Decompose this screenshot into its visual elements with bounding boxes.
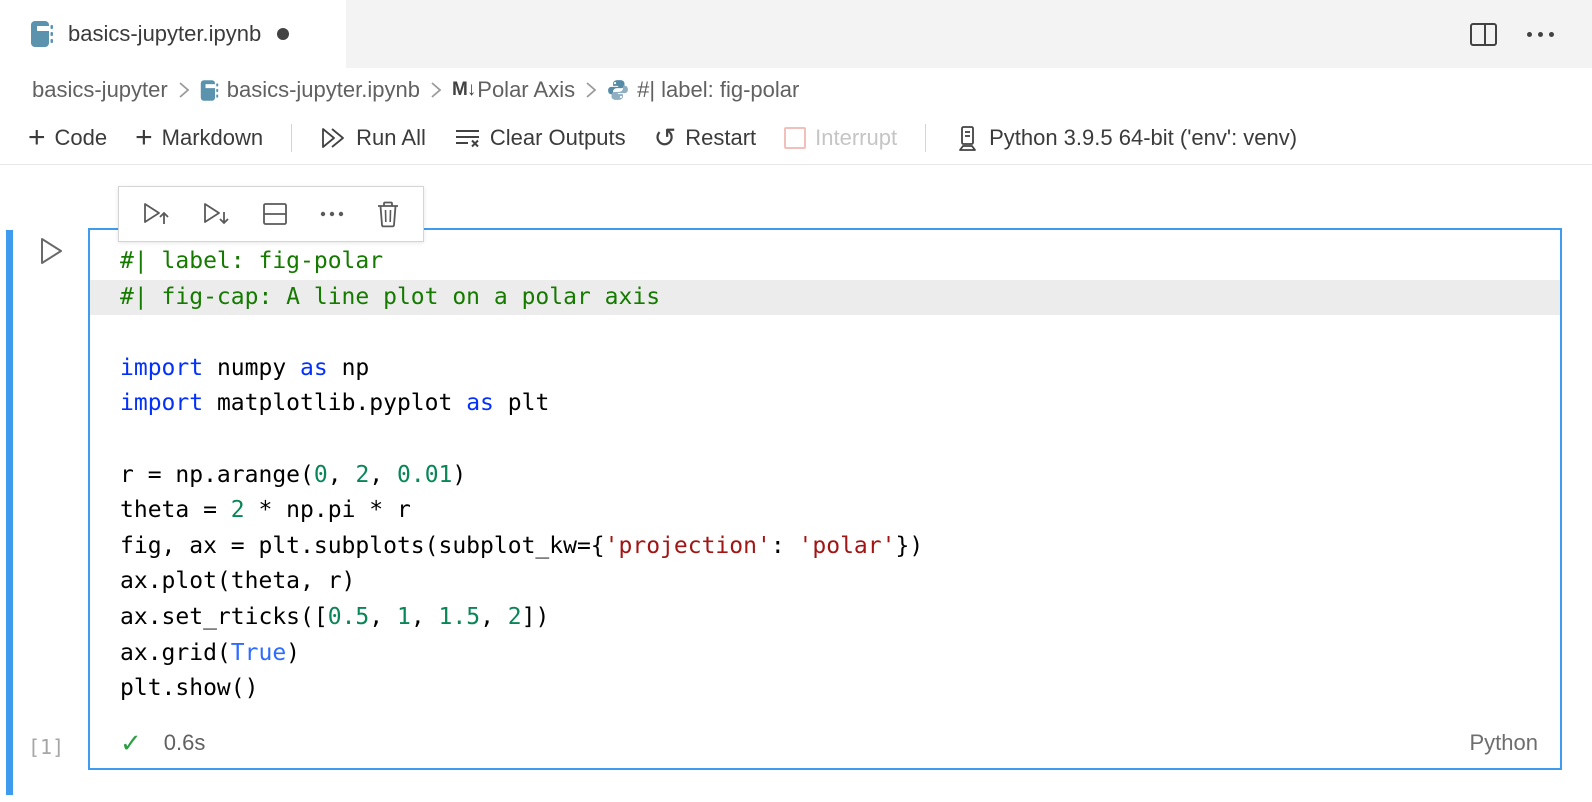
chevron-right-icon [430, 80, 442, 100]
editor-actions [1470, 0, 1554, 68]
tab-bar: basics-jupyter.ipynb [0, 0, 1592, 68]
kernel-icon [954, 125, 980, 152]
run-above-icon [141, 200, 171, 228]
modified-dot [277, 28, 289, 40]
restart-button[interactable]: ↺ Restart [654, 125, 757, 151]
interrupt-button[interactable]: Interrupt [784, 125, 897, 151]
split-cell-button[interactable] [261, 201, 289, 227]
breadcrumb-cell-label: #| label: fig-polar [637, 77, 799, 103]
code-lines[interactable]: #| label: fig-polar#| fig-cap: A line pl… [90, 230, 1560, 707]
split-cell-icon [261, 201, 289, 227]
split-editor-icon[interactable] [1470, 23, 1497, 46]
code-line[interactable] [90, 422, 1560, 458]
code-line[interactable]: fig, ax = plt.subplots(subplot_kw={'proj… [90, 529, 1560, 565]
more-cell-actions-button[interactable] [319, 210, 345, 218]
success-check-icon: ✓ [120, 728, 142, 759]
run-all-button[interactable]: Run All [320, 125, 426, 151]
more-actions-icon[interactable] [1527, 32, 1554, 37]
restart-label: Restart [685, 125, 756, 151]
cell-toolbar [118, 186, 424, 242]
clear-outputs-button[interactable]: Clear Outputs [454, 125, 626, 151]
breadcrumb-item-file[interactable]: basics-jupyter.ipynb [200, 77, 420, 103]
execution-count: [1] [28, 735, 64, 759]
chevron-right-icon [585, 80, 597, 100]
code-line[interactable]: import numpy as np [90, 351, 1560, 387]
run-below-icon [201, 200, 231, 228]
plus-icon: + [135, 127, 153, 149]
run-cell-button[interactable] [36, 235, 66, 267]
clear-outputs-icon [454, 126, 481, 150]
code-line[interactable]: theta = 2 * np.pi * r [90, 493, 1560, 529]
code-line[interactable]: #| label: fig-polar [90, 244, 1560, 280]
breadcrumb-item-cell[interactable]: #| label: fig-polar [607, 77, 799, 103]
ellipsis-icon [319, 210, 345, 218]
code-cell[interactable]: #| label: fig-polar#| fig-cap: A line pl… [88, 228, 1562, 770]
execution-duration: 0.6s [164, 730, 1470, 756]
trash-icon [375, 200, 401, 228]
execute-above-button[interactable] [141, 200, 171, 228]
tab-title: basics-jupyter.ipynb [68, 21, 261, 47]
interrupt-icon [784, 127, 806, 149]
breadcrumb-folder-label: basics-jupyter [32, 77, 168, 103]
clear-outputs-label: Clear Outputs [490, 125, 626, 151]
code-line[interactable]: ax.set_rticks([0.5, 1, 1.5, 2]) [90, 600, 1560, 636]
play-icon [36, 235, 66, 267]
run-all-label: Run All [356, 125, 426, 151]
add-code-label: Code [55, 125, 108, 151]
execute-below-button[interactable] [201, 200, 231, 228]
kernel-picker[interactable]: Python 3.9.5 64-bit ('env': venv) [954, 125, 1297, 152]
code-line[interactable]: ax.grid(True) [90, 636, 1560, 672]
chevron-right-icon [178, 80, 190, 100]
add-markdown-button[interactable]: + Markdown [135, 125, 263, 151]
code-line[interactable]: #| fig-cap: A line plot on a polar axis [90, 280, 1560, 316]
code-line[interactable]: plt.show() [90, 671, 1560, 707]
breadcrumb-item-folder[interactable]: basics-jupyter [32, 77, 168, 103]
markdown-icon: M↓ [452, 79, 475, 101]
python-icon [607, 79, 629, 101]
breadcrumb-file-label: basics-jupyter.ipynb [227, 77, 420, 103]
run-all-icon [320, 125, 347, 151]
code-line[interactable]: ax.plot(theta, r) [90, 564, 1560, 600]
cell-language-picker[interactable]: Python [1470, 730, 1539, 756]
toolbar-divider [925, 124, 926, 152]
delete-cell-button[interactable] [375, 200, 401, 228]
code-line[interactable]: import matplotlib.pyplot as plt [90, 386, 1560, 422]
notebook-editor: [1] [0, 165, 1592, 802]
kernel-label: Python 3.9.5 64-bit ('env': venv) [989, 125, 1297, 151]
toolbar-divider [291, 124, 292, 152]
tab-basics-jupyter[interactable]: basics-jupyter.ipynb [0, 0, 346, 68]
restart-icon: ↺ [654, 126, 677, 150]
code-line[interactable] [90, 315, 1560, 351]
breadcrumb-section-label: Polar Axis [477, 77, 575, 103]
add-markdown-label: Markdown [162, 125, 263, 151]
notebook-icon [30, 20, 54, 48]
cell-status-bar: ✓ 0.6s Python [90, 718, 1560, 768]
add-code-button[interactable]: + Code [28, 125, 107, 151]
plus-icon: + [28, 127, 46, 149]
breadcrumb: basics-jupyter basics-jupyter.ipynb M↓ P… [0, 68, 1592, 112]
interrupt-label: Interrupt [815, 125, 897, 151]
breadcrumb-item-section[interactable]: M↓ Polar Axis [452, 77, 575, 103]
cell-focus-bar [6, 230, 13, 795]
notebook-icon [200, 79, 219, 102]
code-line[interactable]: r = np.arange(0, 2, 0.01) [90, 458, 1560, 494]
notebook-toolbar: + Code + Markdown Run All Clear Outputs … [0, 112, 1592, 165]
